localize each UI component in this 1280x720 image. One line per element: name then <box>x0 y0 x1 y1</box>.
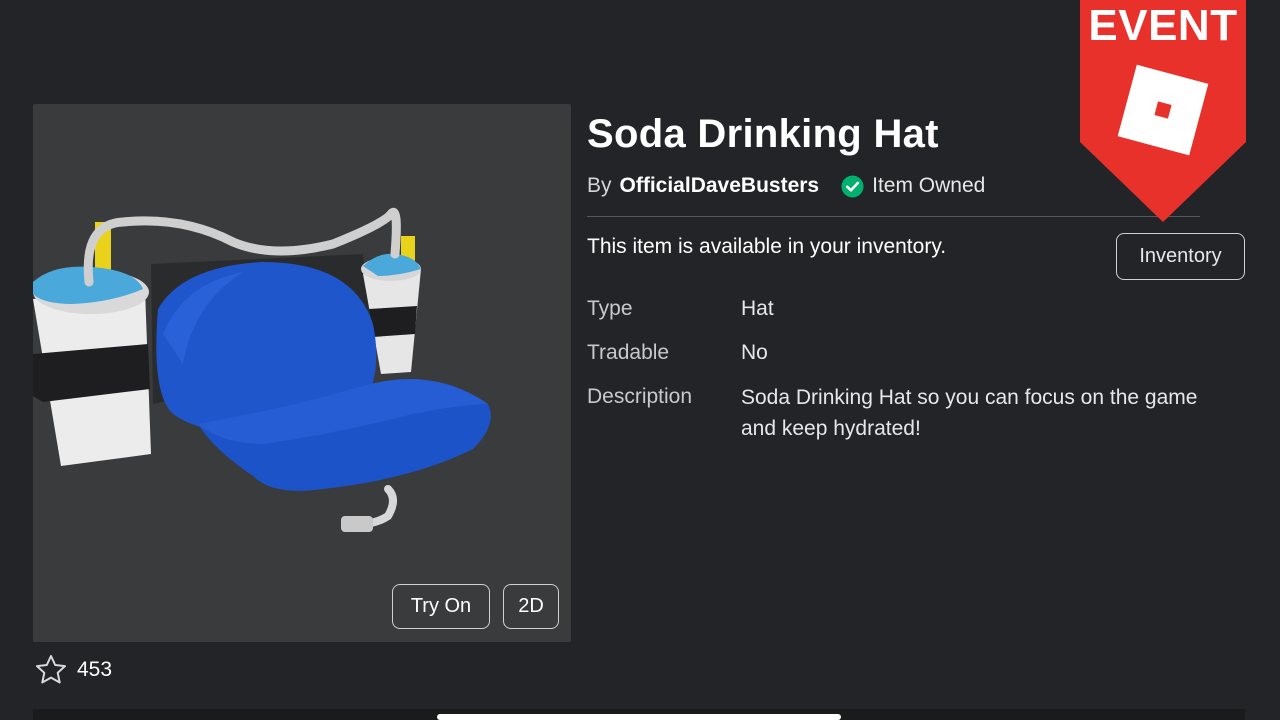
favorites[interactable]: 453 <box>35 654 112 685</box>
tradable-label: Tradable <box>587 341 670 364</box>
item-title: Soda Drinking Hat <box>587 112 939 156</box>
creator-link[interactable]: OfficialDaveBusters <box>620 174 820 198</box>
event-label: EVENT <box>1088 1 1238 50</box>
favorites-count: 453 <box>77 657 113 681</box>
description-label: Description <box>587 385 693 408</box>
check-circle-icon <box>841 175 864 197</box>
by-label: By <box>587 174 612 197</box>
tradable-value: No <box>741 341 768 364</box>
type-label: Type <box>587 297 633 320</box>
try-on-button[interactable]: Try On <box>392 584 490 629</box>
creator-line: By OfficialDaveBusters Item Owned <box>587 174 985 198</box>
item-details-page: Try On 2D 453 Soda Drinking Hat By Offic… <box>0 0 1280 720</box>
star-outline-icon[interactable] <box>35 654 67 685</box>
availability-message: This item is available in your inventory… <box>587 235 947 258</box>
description-value: Soda Drinking Hat so you can focus on th… <box>741 386 1198 440</box>
home-indicator[interactable] <box>437 714 841 720</box>
inventory-button[interactable]: Inventory <box>1116 233 1245 280</box>
item-preview[interactable]: Try On 2D <box>33 104 571 642</box>
type-value: Hat <box>741 297 774 320</box>
view-2d-button[interactable]: 2D <box>503 584 559 629</box>
hat-image <box>33 207 491 532</box>
owned-label: Item Owned <box>872 174 986 197</box>
owned-status: Item Owned <box>841 174 985 198</box>
